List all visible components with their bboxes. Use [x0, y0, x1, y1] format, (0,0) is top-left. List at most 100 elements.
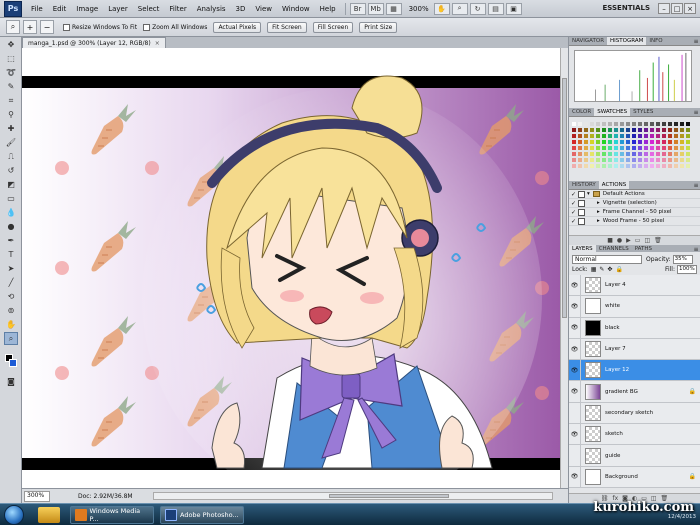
- layer-row[interactable]: 👁 Layer 7: [569, 338, 700, 361]
- tab-swatches[interactable]: SWATCHES: [594, 108, 631, 116]
- visibility-eye-icon[interactable]: 👁: [569, 466, 581, 488]
- type-tool-icon[interactable]: T: [4, 248, 18, 261]
- record-icon[interactable]: ●: [617, 237, 622, 244]
- quick-select-tool-icon[interactable]: ✎: [4, 80, 18, 93]
- layer-row[interactable]: secondary sketch: [569, 402, 700, 425]
- visibility-eye-icon[interactable]: 👁: [569, 423, 581, 445]
- actual-pixels-button[interactable]: Actual Pixels: [213, 21, 262, 33]
- workspace-switcher[interactable]: ESSENTIALS: [603, 4, 651, 12]
- tab-history[interactable]: HISTORY: [569, 181, 599, 189]
- menu-window[interactable]: Window: [277, 5, 315, 13]
- canvas[interactable]: [22, 48, 560, 488]
- zoom-tool-icon[interactable]: ⌕: [6, 20, 20, 34]
- menu-image[interactable]: Image: [71, 5, 103, 13]
- layer-name[interactable]: white: [605, 303, 620, 309]
- taskbar-button-media-player[interactable]: Windows Media P...: [70, 506, 154, 524]
- new-action-icon[interactable]: ◫: [644, 237, 650, 244]
- maximize-button[interactable]: □: [671, 3, 683, 14]
- explorer-taskbar-icon[interactable]: [38, 507, 60, 523]
- menu-select[interactable]: Select: [133, 5, 165, 13]
- clone-stamp-icon[interactable]: ⎍: [4, 150, 18, 163]
- hand-tool-icon[interactable]: ✋: [4, 318, 18, 331]
- fill-screen-button[interactable]: Fill Screen: [312, 21, 354, 33]
- zoom-tool-icon[interactable]: ⌕: [451, 2, 468, 15]
- layer-row[interactable]: 👁 Background 🔒: [569, 466, 700, 488]
- dodge-tool-icon[interactable]: ●: [4, 220, 18, 233]
- tab-actions[interactable]: ACTIONS: [598, 181, 630, 189]
- menu-layer[interactable]: Layer: [103, 5, 133, 13]
- visibility-eye-icon[interactable]: 👁: [569, 274, 581, 296]
- bridge-icon[interactable]: Br: [349, 2, 366, 15]
- mini-bridge-icon[interactable]: Mb: [367, 2, 384, 15]
- layer-row[interactable]: guide: [569, 445, 700, 467]
- visibility-eye-icon[interactable]: 👁: [569, 317, 581, 339]
- lasso-tool-icon[interactable]: ➰: [4, 66, 18, 79]
- resize-windows-checkbox[interactable]: [63, 23, 70, 31]
- blur-tool-icon[interactable]: 💧: [4, 206, 18, 219]
- tab-styles[interactable]: STYLES: [630, 108, 656, 116]
- collapse-triangle-icon[interactable]: ▸: [597, 200, 600, 206]
- 3d-rotate-icon[interactable]: ⟲: [4, 290, 18, 303]
- gradient-tool-icon[interactable]: ▭: [4, 192, 18, 205]
- tab-histogram[interactable]: HISTOGRAM: [607, 37, 647, 45]
- play-icon[interactable]: ▶: [626, 237, 631, 244]
- lock-transparency-icon[interactable]: ▦: [591, 266, 597, 273]
- taskbar-button-photoshop[interactable]: Adobe Photosho...: [160, 506, 244, 524]
- lock-all-icon[interactable]: 🔒: [615, 266, 622, 273]
- visibility-eye-icon[interactable]: 👁: [569, 295, 581, 317]
- move-tool-icon[interactable]: ✥: [4, 38, 18, 51]
- arrange-documents-icon[interactable]: ▤: [487, 2, 504, 15]
- dialog-toggle[interactable]: [578, 208, 585, 216]
- vertical-scroll-thumb[interactable]: [562, 78, 567, 318]
- dialog-toggle[interactable]: [578, 217, 585, 225]
- dialog-toggle[interactable]: [578, 190, 585, 198]
- pen-tool-icon[interactable]: ✒: [4, 234, 18, 247]
- layer-row[interactable]: 👁 Layer 4: [569, 274, 700, 297]
- menu-file[interactable]: File: [26, 5, 48, 13]
- blend-mode-select[interactable]: Normal: [572, 254, 642, 264]
- hand-tool-icon[interactable]: ✋: [433, 2, 450, 15]
- stop-icon[interactable]: ■: [607, 237, 613, 244]
- menu-3d[interactable]: 3D: [231, 5, 251, 13]
- horizontal-scroll-thumb[interactable]: [328, 494, 449, 498]
- minimize-button[interactable]: –: [658, 3, 670, 14]
- visibility-eye-icon[interactable]: [569, 402, 581, 424]
- fill-field[interactable]: 100%: [677, 264, 697, 274]
- layer-row[interactable]: 👁 black: [569, 317, 700, 339]
- action-row[interactable]: ✓ ▸ Vignette (selection): [569, 199, 700, 208]
- zoom-in-icon[interactable]: +: [23, 20, 37, 34]
- taskbar-clock[interactable]: 12/4/2013: [668, 514, 696, 520]
- healing-brush-icon[interactable]: ✚: [4, 122, 18, 135]
- swatch-cell[interactable]: [685, 163, 691, 169]
- eraser-tool-icon[interactable]: ◩: [4, 178, 18, 191]
- tab-info[interactable]: INFO: [646, 37, 665, 45]
- layer-row[interactable]: 👁 gradient BG 🔒: [569, 381, 700, 403]
- grid-icon[interactable]: ▦: [385, 2, 402, 15]
- zoom-all-checkbox[interactable]: [143, 23, 151, 31]
- layer-row[interactable]: 👁 white: [569, 295, 700, 318]
- history-brush-icon[interactable]: ↺: [4, 164, 18, 177]
- new-set-icon[interactable]: ▭: [635, 237, 641, 244]
- lock-position-icon[interactable]: ✥: [607, 266, 612, 273]
- menu-analysis[interactable]: Analysis: [192, 5, 231, 13]
- layer-name[interactable]: Background: [605, 474, 638, 480]
- panel-menu-icon[interactable]: ≡: [692, 182, 700, 189]
- path-select-icon[interactable]: ➤: [4, 262, 18, 275]
- quick-mask-icon[interactable]: ◙: [4, 375, 18, 388]
- action-row[interactable]: ✓ ▸ Wood Frame - 50 pixel: [569, 217, 700, 226]
- eyedropper-tool-icon[interactable]: ⚲: [4, 108, 18, 121]
- zoom-level-dropdown[interactable]: 300%: [404, 5, 434, 13]
- layer-name[interactable]: sketch: [605, 431, 623, 437]
- document-close-icon[interactable]: ×: [155, 40, 160, 47]
- tab-navigator[interactable]: NAVIGATOR: [569, 37, 607, 45]
- zoom-tool-icon[interactable]: ⌕: [4, 332, 18, 345]
- marquee-tool-icon[interactable]: ⬚: [4, 52, 18, 65]
- start-button[interactable]: [4, 505, 24, 525]
- action-row[interactable]: ✓ ▸ Frame Channel - 50 pixel: [569, 208, 700, 217]
- layer-name[interactable]: black: [605, 325, 620, 331]
- document-tab[interactable]: manga_1.psd @ 300% (Layer 12, RGB/8) ×: [22, 37, 166, 48]
- zoom-out-icon[interactable]: −: [40, 20, 54, 34]
- layer-name[interactable]: secondary sketch: [605, 410, 653, 416]
- layer-name[interactable]: guide: [605, 453, 620, 459]
- swatch-grid[interactable]: [571, 121, 698, 169]
